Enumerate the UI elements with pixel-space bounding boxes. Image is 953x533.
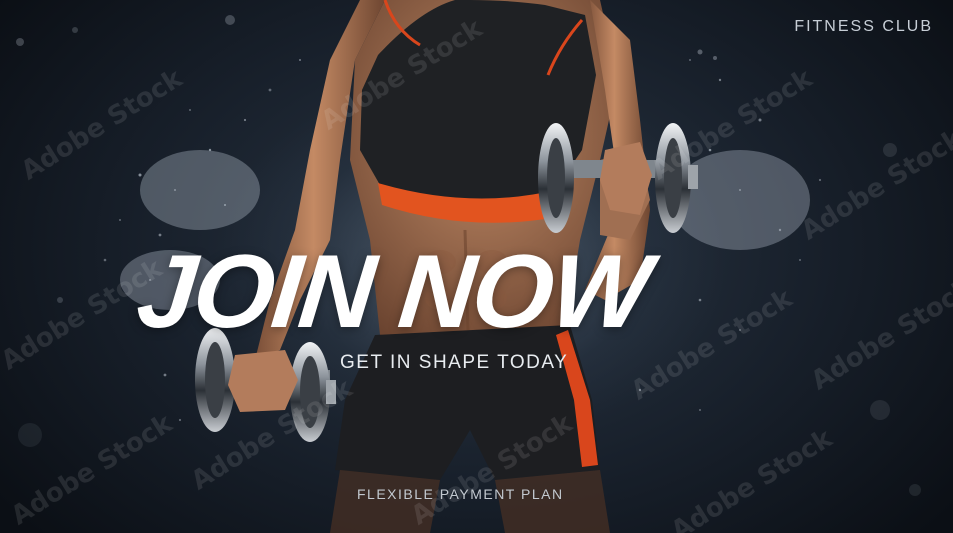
brand-label: FITNESS CLUB <box>794 18 933 35</box>
footer-text: FLEXIBLE PAYMENT PLAN <box>357 486 564 502</box>
headline: JOIN NOW <box>131 234 654 350</box>
subtitle: GET IN SHAPE TODAY <box>340 352 569 373</box>
fitness-poster: Adobe Stock Adobe Stock Adobe Stock Adob… <box>0 0 953 533</box>
